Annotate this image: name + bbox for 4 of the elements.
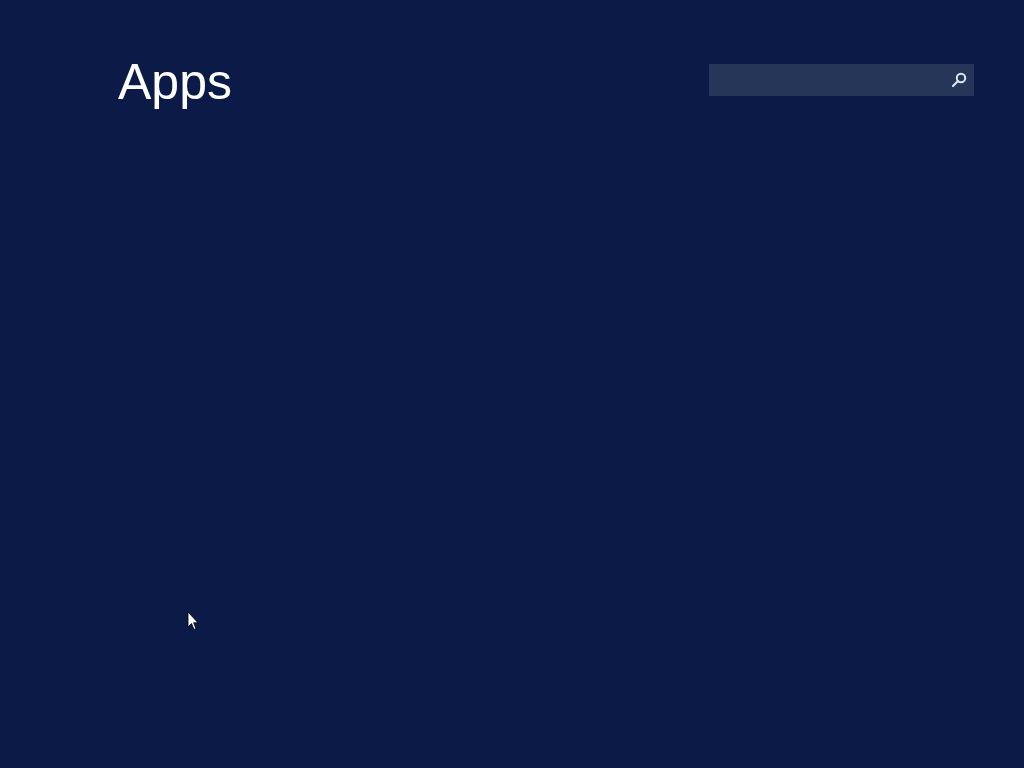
mouse-pointer-icon [187,611,199,631]
search-field[interactable] [709,64,974,96]
search-icon[interactable] [951,72,967,88]
page-title: Apps [118,53,232,112]
